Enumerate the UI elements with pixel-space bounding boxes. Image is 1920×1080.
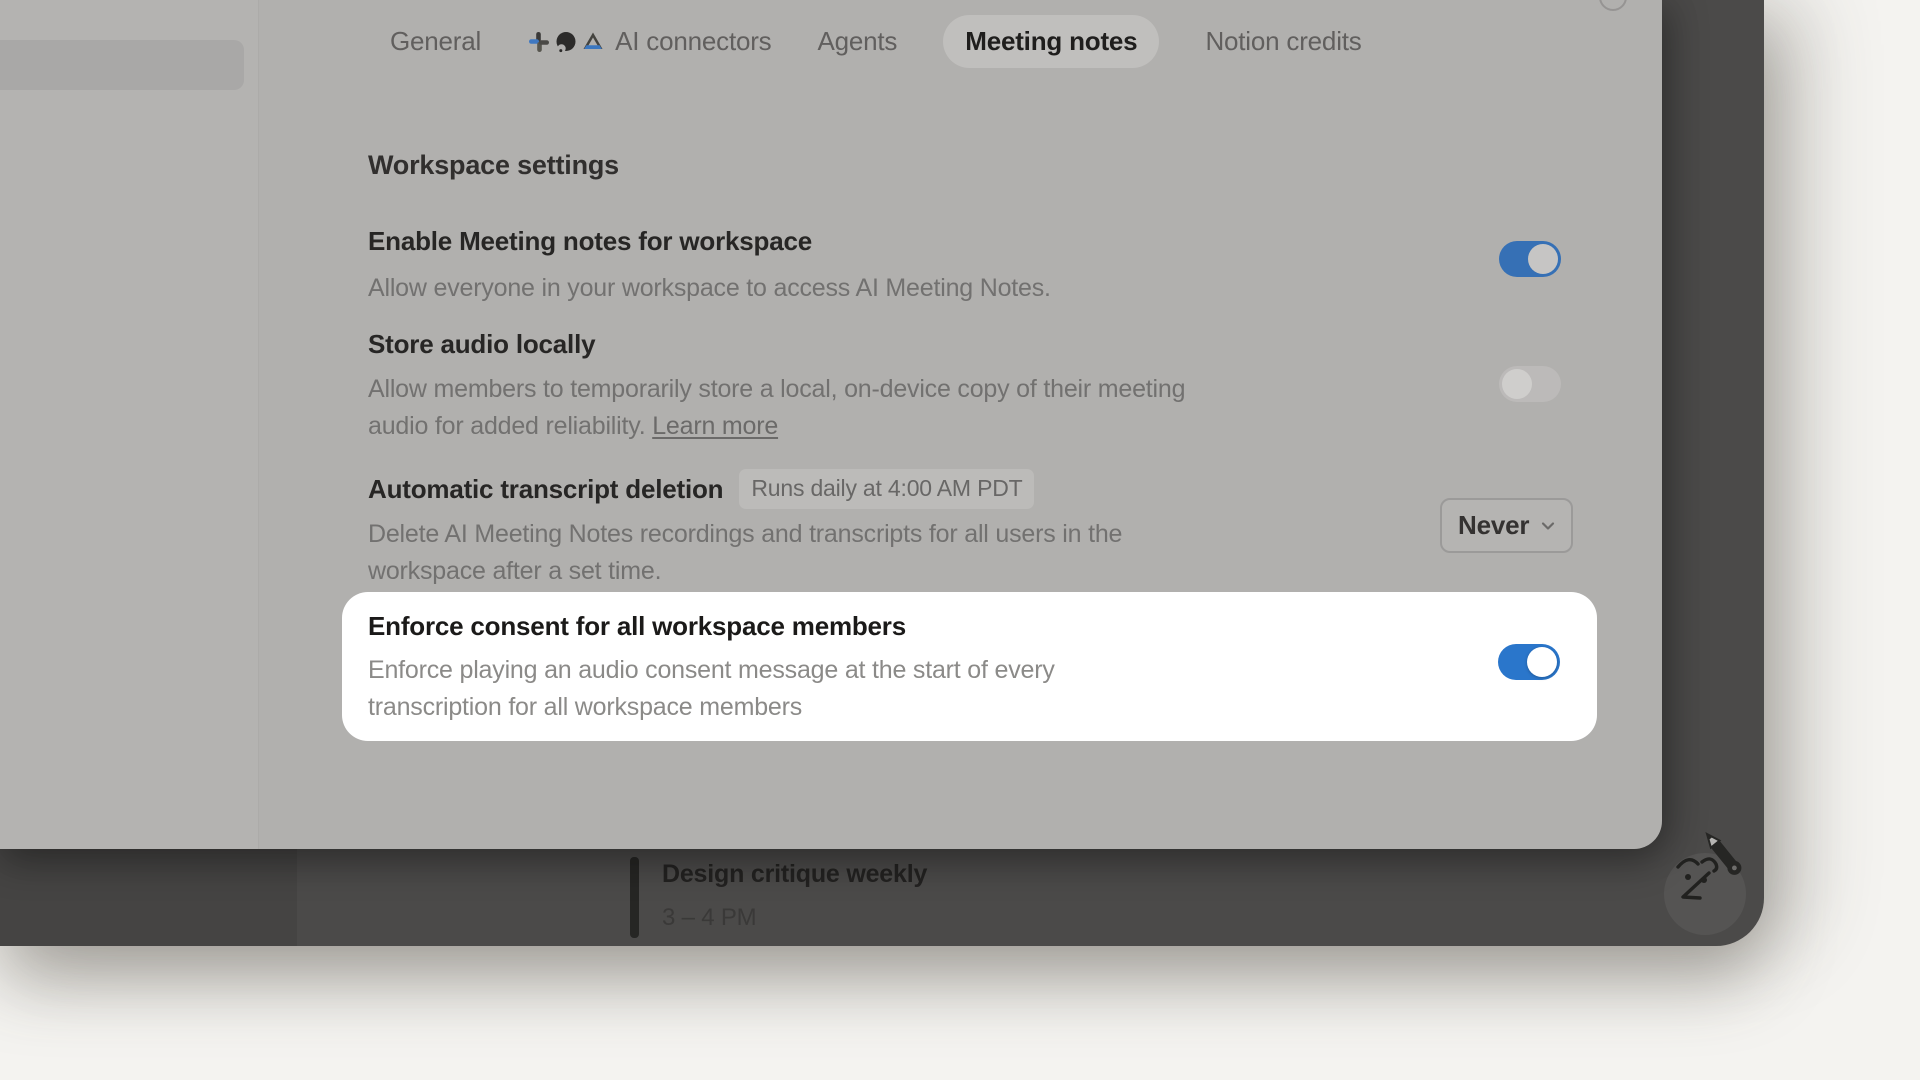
learn-more-link[interactable]: Learn more <box>652 412 778 440</box>
schedule-badge: Runs daily at 4:00 AM PDT <box>739 469 1034 509</box>
google-drive-icon <box>581 30 605 54</box>
doodle-button[interactable] <box>1645 820 1765 935</box>
setting-title-enable-meeting-notes: Enable Meeting notes for workspace <box>368 226 812 257</box>
tab-ai-connectors[interactable]: AI connectors <box>527 26 771 57</box>
toggle-knob <box>1502 369 1532 399</box>
description-line: Enforce playing an audio consent message… <box>368 652 1055 689</box>
setting-title-enforce-consent: Enforce consent for all workspace member… <box>368 611 906 642</box>
highlighted-setting-card-enforce-consent: Enforce consent for all workspace member… <box>342 592 1597 741</box>
chevron-down-icon <box>1539 517 1557 535</box>
calendar-event: Design critique weekly 3 – 4 PM <box>630 857 927 938</box>
setting-description: Allow members to temporarily store a loc… <box>368 371 1185 445</box>
setting-description: Delete AI Meeting Notes recordings and t… <box>368 516 1122 590</box>
toggle-knob <box>1528 244 1558 274</box>
dropdown-selected-value: Never <box>1458 510 1529 541</box>
tab-agents[interactable]: Agents <box>817 26 897 57</box>
toggle-store-audio-locally[interactable] <box>1499 366 1561 402</box>
section-title: Workspace settings <box>368 150 619 181</box>
event-time: 3 – 4 PM <box>662 904 927 932</box>
description-line: Allow members to temporarily store a loc… <box>368 371 1185 408</box>
tab-meeting-notes[interactable]: Meeting notes <box>943 15 1159 68</box>
description-line: workspace after a set time. <box>368 553 1122 590</box>
github-icon <box>554 30 578 54</box>
toggle-knob <box>1527 647 1557 677</box>
setting-title-automatic-transcript-deletion: Automatic transcript deletion <box>368 474 723 505</box>
settings-tabs: General <box>390 15 1362 68</box>
tab-ai-connectors-label: AI connectors <box>615 26 771 57</box>
sidebar-selected-item[interactable] <box>0 40 244 90</box>
window-bottom-shade <box>0 849 297 946</box>
description-line: transcription for all workspace members <box>368 689 1055 726</box>
setting-description: Enforce playing an audio consent message… <box>368 652 1055 726</box>
toggle-enable-meeting-notes[interactable] <box>1499 241 1561 277</box>
slack-icon <box>527 30 551 54</box>
transcript-deletion-dropdown[interactable]: Never <box>1440 498 1573 553</box>
setting-title-store-audio-locally: Store audio locally <box>368 329 595 360</box>
doodle-pencil-face-icon <box>1645 820 1765 935</box>
tab-notion-credits[interactable]: Notion credits <box>1205 26 1361 57</box>
settings-sidebar <box>0 0 259 849</box>
description-line: audio for added reliability. Learn more <box>368 408 1185 445</box>
connector-icons <box>527 30 605 54</box>
tab-general[interactable]: General <box>390 26 481 57</box>
description-line: Delete AI Meeting Notes recordings and t… <box>368 516 1122 553</box>
setting-description: Allow everyone in your workspace to acce… <box>368 270 1051 307</box>
event-title: Design critique weekly <box>662 860 927 889</box>
toggle-enforce-consent[interactable] <box>1498 644 1560 680</box>
event-color-bar <box>630 857 639 938</box>
screen: Design critique weekly 3 – 4 PM General <box>0 0 1920 1080</box>
